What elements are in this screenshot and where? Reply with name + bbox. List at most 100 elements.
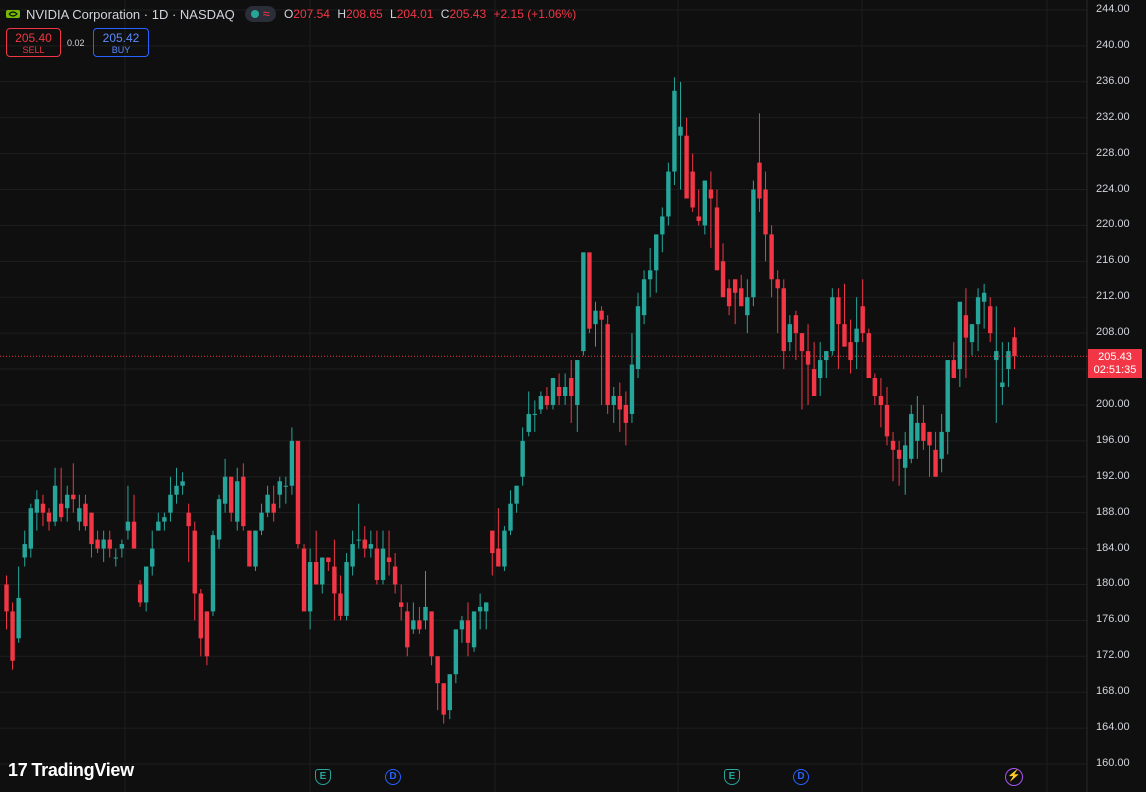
candle-body xyxy=(915,422,920,441)
candle-body xyxy=(83,503,88,527)
y-tick-label: 192.00 xyxy=(1096,469,1130,482)
buy-button[interactable]: 205.42 BUY xyxy=(93,28,149,57)
candle-body xyxy=(957,301,963,370)
candle-body xyxy=(587,252,592,329)
candle-body xyxy=(969,324,975,343)
candle-body xyxy=(58,503,64,518)
candle-body xyxy=(143,566,149,603)
candle-body xyxy=(708,189,714,199)
candle-body xyxy=(465,620,471,643)
candle-body xyxy=(405,611,410,648)
candle-body xyxy=(611,395,616,405)
candle-body xyxy=(988,306,993,334)
candle-body xyxy=(854,328,859,343)
candle-body xyxy=(210,535,216,612)
candle-body xyxy=(411,620,416,630)
dividend-event-icon[interactable]: D xyxy=(385,769,401,785)
candle-body xyxy=(283,485,289,487)
y-tick-label: 216.00 xyxy=(1096,254,1130,267)
candle-body xyxy=(581,252,586,352)
candle-body xyxy=(125,521,131,531)
symbol-title[interactable]: NVIDIA Corporation · 1D · NASDAQ xyxy=(26,7,235,22)
candle-body xyxy=(526,413,531,432)
candle-body xyxy=(848,342,853,361)
candle-body xyxy=(204,611,210,657)
candle-body xyxy=(933,449,938,477)
candle-body xyxy=(34,499,40,513)
candle-body xyxy=(884,404,890,437)
dividend-event-icon[interactable]: D xyxy=(793,769,809,785)
candle-body xyxy=(216,499,222,540)
candle-body xyxy=(320,557,325,585)
candle-body xyxy=(830,297,835,352)
candle-body xyxy=(775,279,780,289)
earnings-event-icon[interactable]: E xyxy=(724,769,740,785)
y-tick-label: 232.00 xyxy=(1096,110,1130,123)
candle-body xyxy=(356,539,361,541)
low-key: L xyxy=(390,7,397,21)
candle-body xyxy=(817,360,823,379)
earnings-event-icon[interactable]: E xyxy=(315,769,331,785)
candle-body xyxy=(502,530,507,567)
market-status-pill[interactable]: ≈ xyxy=(244,6,276,22)
candle-body xyxy=(168,494,173,513)
candle-body xyxy=(878,395,884,405)
candle-body xyxy=(441,683,446,715)
candle-body xyxy=(909,413,914,459)
candle-body xyxy=(295,440,301,545)
y-tick-label: 172.00 xyxy=(1096,649,1130,662)
candle-body xyxy=(757,162,762,199)
open-value: 207.54 xyxy=(293,7,330,21)
candle-body xyxy=(459,620,465,630)
candle-body xyxy=(368,544,374,549)
candle-body xyxy=(751,189,756,298)
candle-body xyxy=(805,351,811,365)
candle-body xyxy=(16,597,21,639)
candle-body xyxy=(921,422,926,441)
candle-body xyxy=(975,297,981,325)
candle-body xyxy=(313,562,319,585)
candle-body xyxy=(902,445,908,468)
candle-body xyxy=(696,216,701,221)
candle-body xyxy=(362,539,367,549)
y-tick-label: 200.00 xyxy=(1096,397,1130,410)
candle-body xyxy=(40,503,46,513)
candle-body xyxy=(380,548,386,580)
sell-price: 205.40 xyxy=(15,31,52,45)
tradingview-logo[interactable]: 17 TradingView xyxy=(8,760,134,781)
candle-body xyxy=(471,611,477,648)
high-key: H xyxy=(337,7,346,21)
candle-body xyxy=(951,360,956,379)
candle-body xyxy=(52,485,58,522)
candle-body xyxy=(253,530,258,567)
tradingview-wordmark: TradingView xyxy=(31,760,134,780)
close-value: 205.43 xyxy=(449,7,487,21)
candle-body xyxy=(241,476,246,527)
candle-body xyxy=(781,288,786,352)
candle-body xyxy=(654,234,659,271)
candle-body xyxy=(265,494,270,513)
candle-body xyxy=(690,171,695,208)
candle-body xyxy=(556,387,562,396)
candle-body xyxy=(484,602,489,612)
candle-body xyxy=(301,548,307,612)
candle-body xyxy=(666,171,671,217)
candle-body xyxy=(271,503,276,513)
candle-body xyxy=(872,378,878,396)
candle-body xyxy=(860,306,865,334)
candle-body xyxy=(131,521,137,549)
y-tick-label: 168.00 xyxy=(1096,685,1130,698)
candlestick-chart[interactable] xyxy=(0,0,1146,792)
buy-label: BUY xyxy=(111,45,131,55)
candle-body xyxy=(544,395,550,405)
candle-body xyxy=(198,593,204,639)
candle-body xyxy=(22,544,27,558)
candle-body xyxy=(46,512,52,522)
candle-body xyxy=(617,395,623,410)
candle-body xyxy=(672,90,677,172)
replay-lightning-icon[interactable]: ⚡ xyxy=(1005,768,1023,786)
sell-button[interactable]: 205.40 SELL xyxy=(6,28,61,57)
candle-body xyxy=(745,297,750,316)
candle-body xyxy=(392,566,398,585)
candle-body xyxy=(896,449,902,459)
